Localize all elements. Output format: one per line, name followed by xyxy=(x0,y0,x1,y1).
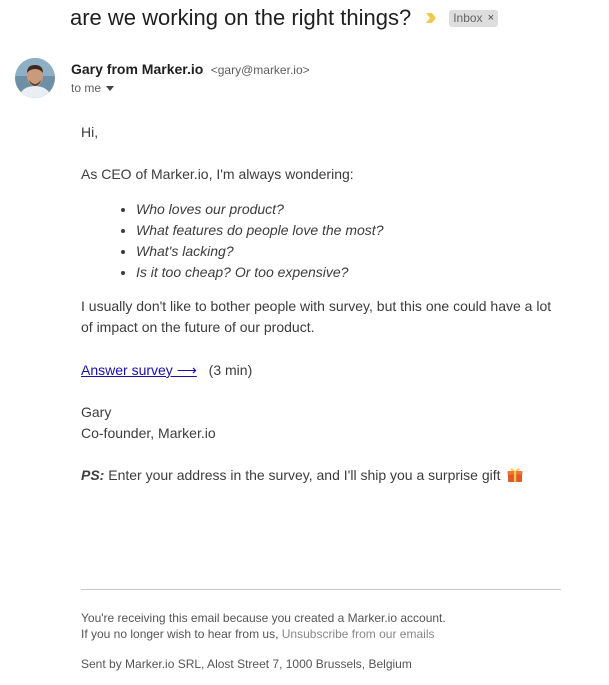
recipient-label: to me xyxy=(71,81,102,95)
inbox-label-chip[interactable]: Inbox × xyxy=(449,9,498,27)
list-item: Who loves our product? xyxy=(136,199,383,220)
footer-optout: If you no longer wish to hear from us, U… xyxy=(81,627,434,641)
postscript: PS: Enter your address in the survey, an… xyxy=(81,467,523,483)
chevron-down-icon[interactable] xyxy=(106,85,115,91)
sender-avatar xyxy=(15,58,55,98)
sender-name: Gary from Marker.io xyxy=(71,61,204,77)
body-paragraph: I usually don't like to bother people wi… xyxy=(81,298,552,335)
answer-survey-link[interactable]: Answer survey ⟶ xyxy=(81,362,197,378)
importance-marker-icon[interactable] xyxy=(425,12,437,24)
sender-email: <gary@marker.io> xyxy=(210,63,310,77)
unsubscribe-link[interactable]: Unsubscribe from our emails xyxy=(282,627,435,641)
footer-reason: You're receiving this email because you … xyxy=(81,611,446,625)
signature-name: Gary xyxy=(81,404,112,420)
gift-icon xyxy=(507,468,523,482)
sender-line: Gary from Marker.io <gary@marker.io> xyxy=(71,61,310,79)
subject-row: are we working on the right things? Inbo… xyxy=(70,2,498,34)
intro-text: As CEO of Marker.io, I'm always wonderin… xyxy=(81,166,354,182)
optout-text: If you no longer wish to hear from us, xyxy=(81,627,282,641)
email-subject: are we working on the right things? xyxy=(70,5,412,30)
list-item: What features do people love the most? xyxy=(136,220,383,241)
ps-label: PS: xyxy=(81,467,105,483)
list-item: What's lacking? xyxy=(136,241,383,262)
footer-divider xyxy=(81,589,561,590)
list-item: Is it too cheap? Or too expensive? xyxy=(136,262,383,283)
inbox-label-text: Inbox xyxy=(453,10,483,25)
survey-duration: (3 min) xyxy=(208,362,253,378)
remove-label-icon[interactable]: × xyxy=(488,12,494,24)
recipient-details-toggle[interactable]: to me xyxy=(71,81,115,95)
ps-text: Enter your address in the survey, and I'… xyxy=(104,467,501,483)
survey-line: Answer survey ⟶ (3 min) xyxy=(81,362,252,379)
greeting: Hi, xyxy=(81,124,99,140)
question-list: Who loves our product? What features do … xyxy=(119,199,383,283)
footer-address: Sent by Marker.io SRL, Alost Street 7, 1… xyxy=(81,657,412,671)
signature-title: Co-founder, Marker.io xyxy=(81,425,216,441)
